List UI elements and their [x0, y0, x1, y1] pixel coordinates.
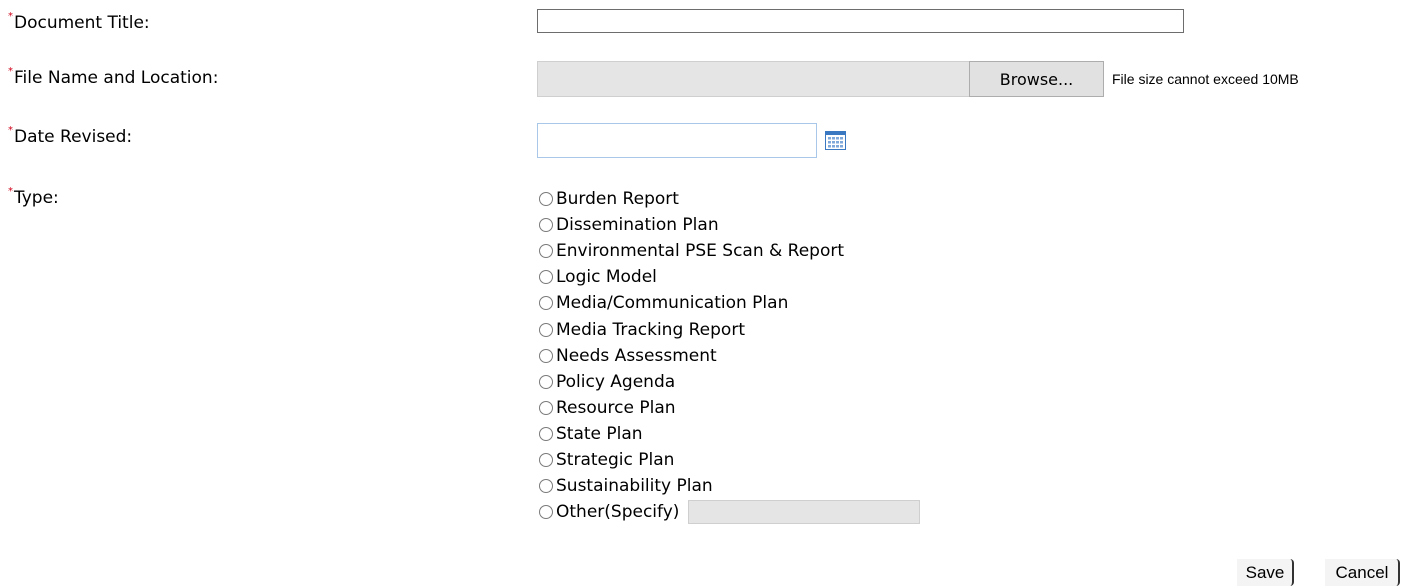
date-revised-label: *Date Revised:: [8, 125, 133, 147]
required-marker: *: [8, 66, 13, 77]
cancel-button[interactable]: Cancel: [1325, 559, 1400, 586]
document-title-label: *Document Title:: [8, 11, 150, 33]
radio-button[interactable]: [539, 426, 553, 441]
type-option-media-tracking-report[interactable]: Media Tracking Report: [539, 316, 920, 342]
type-option-media-communication-plan[interactable]: Media/Communication Plan: [539, 290, 920, 316]
type-option-dissemination-plan[interactable]: Dissemination Plan: [539, 212, 920, 238]
type-option-resource-plan[interactable]: Resource Plan: [539, 395, 920, 421]
radio-button[interactable]: [539, 296, 553, 311]
calendar-icon[interactable]: [825, 131, 846, 150]
document-title-input[interactable]: [537, 9, 1184, 33]
radio-button[interactable]: [539, 400, 553, 415]
type-label: *Type:: [8, 186, 59, 208]
required-marker: *: [8, 186, 13, 197]
type-option-strategic-plan[interactable]: Strategic Plan: [539, 447, 920, 473]
radio-button[interactable]: [539, 348, 553, 363]
file-path-field[interactable]: [537, 61, 970, 97]
type-option-state-plan[interactable]: State Plan: [539, 421, 920, 447]
radio-button[interactable]: [539, 505, 553, 520]
required-marker: *: [8, 125, 13, 136]
radio-button[interactable]: [539, 322, 553, 337]
type-option-needs-assessment[interactable]: Needs Assessment: [539, 343, 920, 369]
radio-button[interactable]: [539, 218, 553, 233]
save-button[interactable]: Save: [1237, 559, 1294, 586]
radio-button[interactable]: [539, 452, 553, 467]
radio-button[interactable]: [539, 244, 553, 259]
other-specify-input[interactable]: [688, 500, 921, 525]
type-option-sustainability-plan[interactable]: Sustainability Plan: [539, 473, 920, 499]
type-option-other[interactable]: Other(Specify): [539, 499, 921, 525]
radio-button[interactable]: [539, 192, 553, 207]
radio-button[interactable]: [539, 270, 553, 285]
type-option-logic-model[interactable]: Logic Model: [539, 264, 920, 290]
radio-button[interactable]: [539, 479, 553, 494]
radio-button[interactable]: [539, 374, 553, 389]
required-marker: *: [8, 11, 13, 22]
type-option-policy-agenda[interactable]: Policy Agenda: [539, 369, 920, 395]
file-name-label: *File Name and Location:: [8, 66, 219, 88]
type-option-environmental-pse-scan[interactable]: Environmental PSE Scan & Report: [539, 238, 920, 264]
type-option-burden-report[interactable]: Burden Report: [539, 186, 920, 212]
file-size-note: File size cannot exceed 10MB: [1112, 71, 1299, 87]
browse-button[interactable]: Browse...: [969, 61, 1104, 97]
date-revised-input[interactable]: [537, 123, 817, 158]
type-radio-group: Burden Report Dissemination Plan Environ…: [539, 186, 921, 525]
